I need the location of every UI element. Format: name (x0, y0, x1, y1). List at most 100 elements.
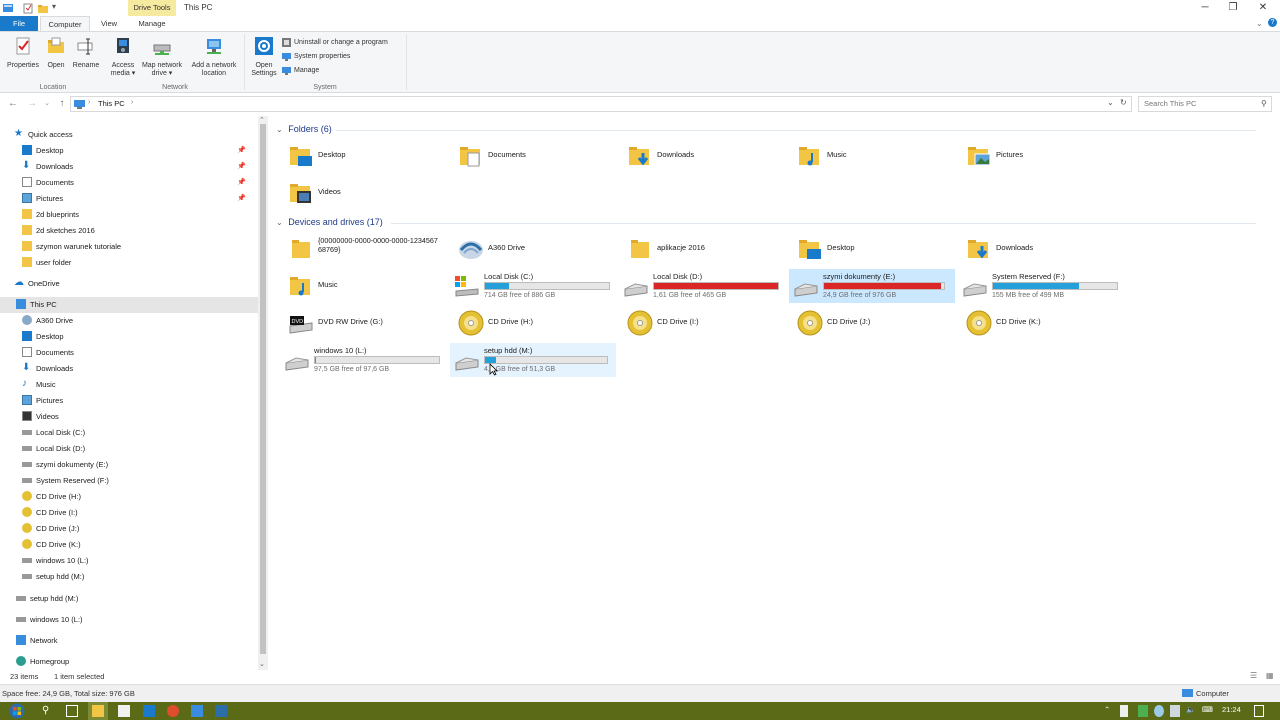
tray-network-icon[interactable] (1170, 705, 1180, 717)
tray-nvidia-icon[interactable] (1138, 705, 1148, 717)
sidebar-item-folder[interactable]: 2d sketches 2016 (22, 223, 258, 239)
sidebar-network[interactable]: Network (16, 633, 258, 649)
sidebar-scrollbar-thumb[interactable] (260, 124, 266, 654)
sidebar-item-videos[interactable]: Videos (22, 409, 258, 425)
sidebar-item-desktop[interactable]: Desktop (22, 329, 258, 345)
device-tile-a360-drive[interactable]: A360 Drive (454, 232, 620, 266)
rename-button[interactable]: Rename (70, 36, 102, 70)
scroll-up-icon[interactable]: ⌃ (259, 116, 265, 124)
sidebar-item-music[interactable]: ♪ Music (22, 377, 258, 393)
drive-tile-d[interactable]: Local Disk (D:) 1,61 GB free of 465 GB (619, 269, 789, 303)
sidebar-item-cd-drive[interactable]: CD Drive (H:) (22, 489, 258, 505)
drive-tile-cd-k[interactable]: CD Drive (K:) (962, 306, 1128, 340)
tray-language-icon[interactable]: ⌨ (1202, 705, 1213, 714)
refresh-icon[interactable]: ↻ (1120, 98, 1127, 107)
device-tile-desktop[interactable]: Desktop (793, 232, 959, 266)
drive-tile-e-selected[interactable]: szymi dokumenty (E:) 24,9 GB free of 976… (789, 269, 955, 303)
sidebar-item-drive[interactable]: Local Disk (C:) (22, 425, 258, 441)
add-network-location-button[interactable]: Add a network location (188, 36, 240, 78)
pin-icon[interactable]: 📌 (237, 175, 246, 191)
clock[interactable]: 21:24 (1222, 705, 1241, 714)
sidebar-item-drive[interactable]: Local Disk (D:) (22, 441, 258, 457)
sidebar-item-pictures[interactable]: Pictures 📌 (22, 191, 258, 207)
sidebar-item-documents[interactable]: Documents 📌 (22, 175, 258, 191)
drive-tile-l[interactable]: windows 10 (L:) 97,5 GB free of 97,6 GB (280, 343, 450, 377)
tray-app-icon[interactable] (1154, 705, 1164, 717)
sidebar-item-folder[interactable]: szymon warunek tutoriale (22, 239, 258, 255)
close-button[interactable]: ✕ (1248, 0, 1278, 16)
device-tile-music[interactable]: Music (284, 269, 450, 303)
app-icon[interactable] (215, 705, 227, 717)
sidebar-item-drive[interactable]: setup hdd (M:) (22, 569, 258, 585)
store-icon[interactable] (118, 705, 130, 717)
up-arrow-icon[interactable]: ↑ (55, 97, 69, 111)
notifications-icon[interactable] (1254, 705, 1264, 717)
folder-tile-pictures[interactable]: Pictures (962, 139, 1128, 173)
search-icon[interactable]: ⚲ (42, 705, 54, 717)
folder-tile-downloads[interactable]: Downloads (623, 139, 789, 173)
sidebar-item-documents[interactable]: Documents (22, 345, 258, 361)
tray-chevron-icon[interactable]: ⌃ (1104, 705, 1110, 714)
sidebar-item-cd-drive[interactable]: CD Drive (I:) (22, 505, 258, 521)
task-view-icon[interactable] (66, 705, 78, 717)
folder-tile-desktop[interactable]: Desktop (284, 139, 450, 173)
folder-tile-documents[interactable]: Documents (454, 139, 620, 173)
help-icon[interactable]: ? (1268, 18, 1277, 27)
pin-icon[interactable]: 📌 (237, 159, 246, 175)
ribbon-collapse-icon[interactable]: ⌄ (1256, 19, 1263, 28)
tiles-view-icon[interactable]: ▦ (1266, 671, 1274, 680)
sidebar-item-downloads[interactable]: ⬇ Downloads 📌 (22, 159, 258, 175)
breadcrumb-separator-icon[interactable]: › (131, 99, 133, 106)
address-bar[interactable]: › This PC › ⌄ ↻ (70, 96, 1132, 112)
uninstall-program-button[interactable]: Uninstall or change a program (282, 37, 388, 50)
sidebar-item-cd-drive[interactable]: CD Drive (J:) (22, 521, 258, 537)
map-network-drive-button[interactable]: Map network drive ▾ (138, 36, 186, 78)
folders-section-header[interactable]: ⌄ Folders (6) (276, 124, 1256, 134)
drive-tile-cd-i[interactable]: CD Drive (I:) (623, 306, 789, 340)
folder-tile-videos[interactable]: Videos (284, 176, 450, 210)
properties-button[interactable]: Properties (4, 36, 42, 70)
sidebar-onedrive[interactable]: ☁ OneDrive (14, 276, 258, 292)
drive-tile-cd-j[interactable]: CD Drive (J:) (793, 306, 959, 340)
start-orb-icon[interactable] (8, 703, 26, 719)
drive-tile-dvd-g[interactable]: DVD DVD RW Drive (G:) (284, 306, 450, 340)
sidebar-item-drive[interactable]: szymi dokumenty (E:) (22, 457, 258, 473)
tab-manage[interactable]: Manage (128, 16, 176, 32)
device-tile-guid-folder[interactable]: {00000000-0000-0000-0000-1234567 68769} (284, 232, 450, 266)
drive-tile-f[interactable]: System Reserved (F:) 155 MB free of 499 … (958, 269, 1128, 303)
tray-volume-icon[interactable]: 🔈 (1186, 705, 1195, 714)
qat-dropdown-icon[interactable]: ▾ (52, 2, 56, 11)
tray-usb-icon[interactable] (1120, 705, 1128, 717)
sidebar-item-folder[interactable]: 2d blueprints (22, 207, 258, 223)
drive-tile-cd-h[interactable]: CD Drive (H:) (454, 306, 620, 340)
pin-icon[interactable]: 📌 (237, 191, 246, 207)
sidebar-item-drive[interactable]: setup hdd (M:) (16, 591, 258, 607)
tab-file[interactable]: File (0, 16, 38, 32)
breadcrumb-this-pc[interactable]: This PC (98, 99, 125, 108)
new-folder-qat-icon[interactable] (37, 2, 49, 14)
drive-tile-m-hovered[interactable]: setup hdd (M:) 4,6 GB free of 51,3 GB (450, 343, 616, 377)
properties-qat-icon[interactable] (22, 2, 34, 14)
sidebar-item-drive[interactable]: windows 10 (L:) (16, 612, 258, 628)
sidebar-item-drive[interactable]: windows 10 (L:) (22, 553, 258, 569)
open-settings-button[interactable]: Open Settings (248, 36, 280, 78)
sidebar-homegroup[interactable]: Homegroup (16, 654, 258, 670)
recent-locations-chevron-icon[interactable]: ⌄ (40, 97, 54, 111)
drive-tile-c[interactable]: Local Disk (C:) 714 GB free of 886 GB (450, 269, 620, 303)
sidebar-this-pc[interactable]: This PC (0, 297, 258, 313)
maximize-button[interactable]: ❐ (1218, 0, 1248, 16)
access-media-button[interactable]: Access media ▾ (106, 36, 140, 78)
collapse-chevron-icon[interactable]: ⌄ (276, 125, 283, 134)
folder-tile-music[interactable]: Music (793, 139, 959, 173)
manage-button[interactable]: Manage (282, 65, 319, 78)
details-view-icon[interactable]: ☰ (1250, 671, 1257, 680)
tab-computer[interactable]: Computer (40, 16, 90, 32)
sidebar-item-pictures[interactable]: Pictures (22, 393, 258, 409)
app-icon[interactable] (191, 705, 203, 717)
system-properties-button[interactable]: System properties (282, 51, 350, 64)
open-button[interactable]: Open (44, 36, 68, 70)
sidebar-item-downloads[interactable]: ⬇ Downloads (22, 361, 258, 377)
sidebar-item-folder[interactable]: user folder (22, 255, 258, 271)
address-dropdown-icon[interactable]: ⌄ (1107, 98, 1114, 107)
back-arrow-icon[interactable]: ← (6, 97, 20, 111)
